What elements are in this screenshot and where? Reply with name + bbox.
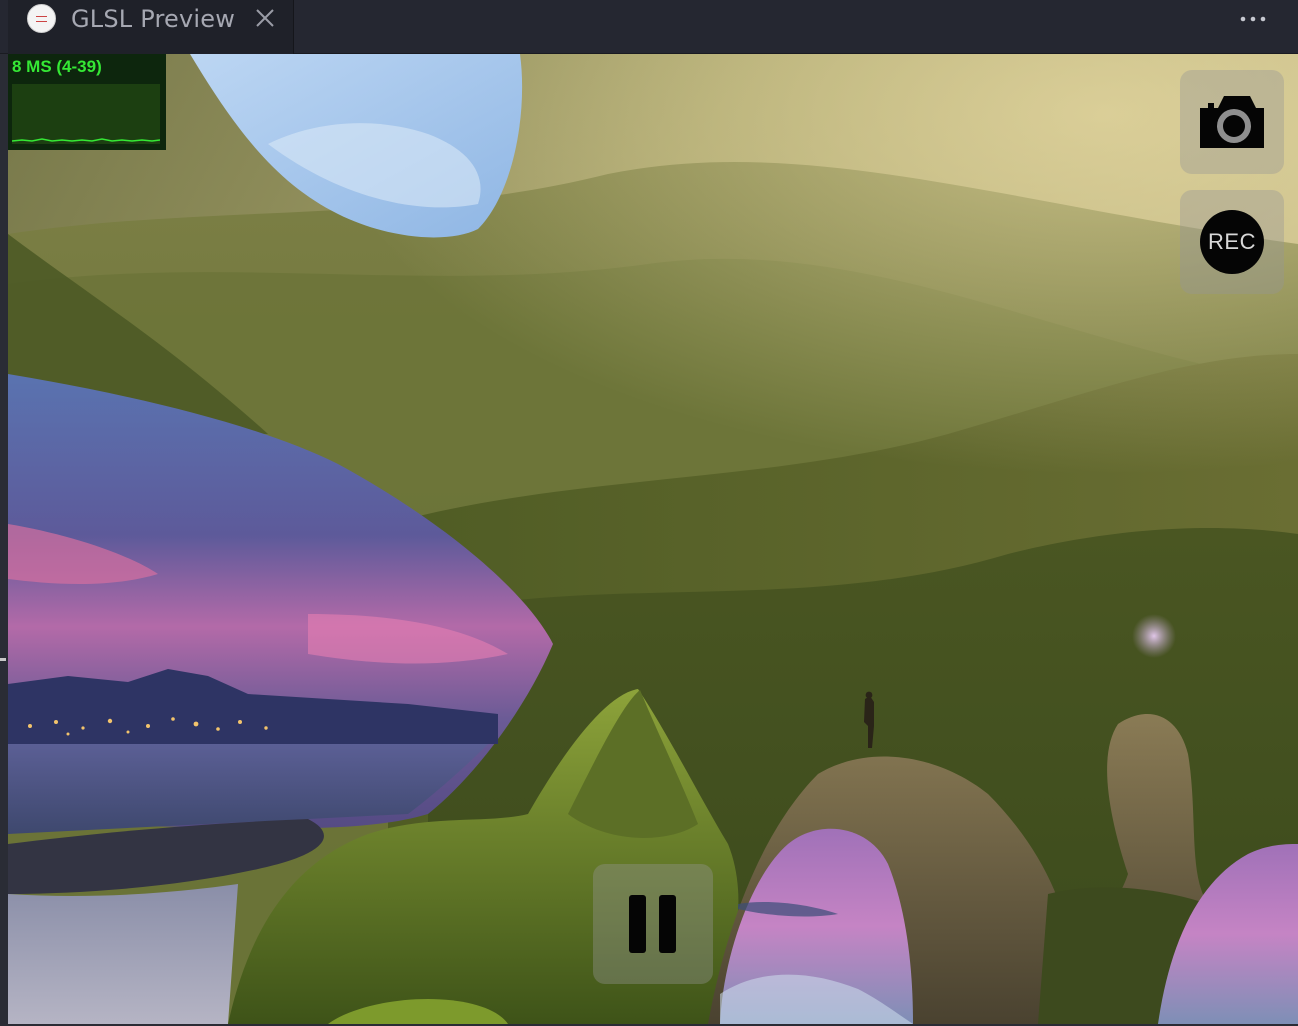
- tab-glsl-preview[interactable]: GLSL Preview: [8, 0, 294, 54]
- fps-stats-panel[interactable]: 8 MS (4-39): [8, 54, 166, 150]
- tab-title: GLSL Preview: [71, 5, 236, 33]
- glsl-preview-logo-icon: [27, 4, 56, 33]
- gutter-marker: [0, 658, 6, 661]
- close-icon[interactable]: [254, 7, 276, 29]
- frame-time-label: 8 MS (4-39): [12, 57, 102, 76]
- frame-time-graph: [11, 84, 161, 144]
- record-button[interactable]: REC: [1180, 190, 1284, 294]
- camera-icon: [1200, 96, 1264, 148]
- screenshot-button[interactable]: [1180, 70, 1284, 174]
- frame-time-graph-line: [11, 138, 161, 142]
- editor-gutter: [0, 54, 8, 1026]
- record-icon: REC: [1200, 210, 1264, 274]
- more-actions-icon[interactable]: [1238, 10, 1268, 28]
- pause-button[interactable]: [593, 864, 713, 984]
- record-label: REC: [1208, 229, 1256, 254]
- tab-bar: GLSL Preview: [0, 0, 1298, 54]
